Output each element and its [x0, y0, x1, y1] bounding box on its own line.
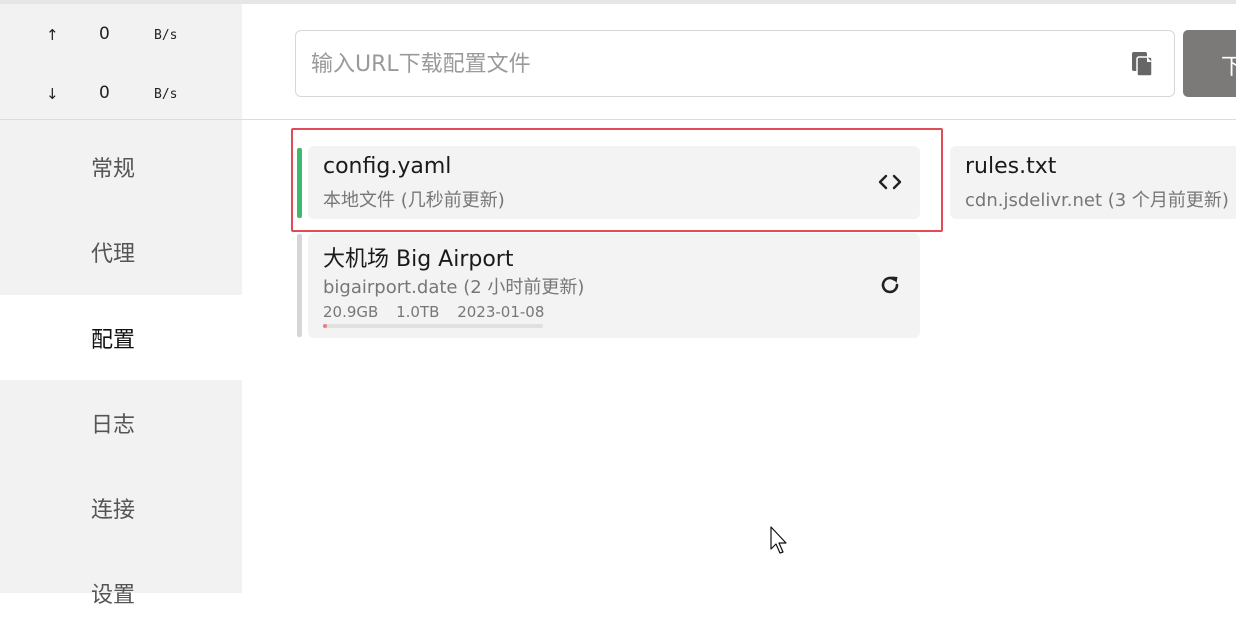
upload-speed-unit: B/s	[154, 28, 178, 43]
expire-date: 2023-01-08	[457, 303, 545, 321]
sidebar-item-profiles[interactable]: 配置	[0, 295, 242, 380]
sidebar-item-label: 配置	[91, 328, 136, 353]
upload-speed: ↑ 0 B/s	[0, 20, 242, 50]
download-button-label: 下	[1221, 55, 1236, 80]
download-speed-unit: B/s	[154, 87, 178, 102]
profile-title: 大机场 Big Airport	[323, 247, 514, 272]
profile-card-rules[interactable]: rules.txt cdn.jsdelivr.net (3 个月前更新)	[950, 146, 1236, 219]
sidebar-item-general[interactable]: 常规	[0, 124, 242, 209]
traffic-used: 20.9GB	[323, 303, 379, 321]
traffic-monitor: ↑ 0 B/s ↓ 0 B/s	[0, 4, 242, 124]
traffic-total: 1.0TB	[396, 303, 440, 321]
upload-speed-value: 0	[99, 24, 110, 44]
clipboard-icon[interactable]	[1130, 50, 1154, 78]
profile-subtitle: bigairport.date (2 小时前更新)	[323, 277, 585, 298]
url-download-box	[295, 30, 1175, 97]
profile-title: rules.txt	[965, 154, 1057, 179]
sidebar-item-proxies[interactable]: 代理	[0, 209, 242, 294]
usage-progress-bar	[323, 324, 543, 328]
selection-highlight	[291, 128, 943, 232]
sidebar-item-label: 连接	[91, 498, 136, 523]
header-divider	[0, 119, 1236, 120]
upload-arrow-icon: ↑	[46, 26, 59, 44]
download-arrow-icon: ↓	[46, 85, 59, 103]
download-speed: ↓ 0 B/s	[0, 79, 242, 109]
sidebar-item-label: 代理	[91, 242, 136, 267]
sidebar-item-logs[interactable]: 日志	[0, 380, 242, 465]
download-speed-value: 0	[99, 83, 110, 103]
sidebar-item-label: 日志	[91, 413, 136, 438]
profile-usage-stats: 20.9GB 1.0TB 2023-01-08	[323, 303, 557, 321]
refresh-icon[interactable]	[877, 272, 903, 298]
profile-indicator	[297, 234, 302, 337]
sidebar-item-label: 常规	[91, 157, 136, 182]
sidebar-item-connections[interactable]: 连接	[0, 465, 242, 550]
profile-subtitle: cdn.jsdelivr.net (3 个月前更新)	[965, 190, 1229, 211]
usage-progress-fill	[323, 324, 328, 328]
profile-card-big-airport[interactable]: 大机场 Big Airport bigairport.date (2 小时前更新…	[297, 233, 920, 338]
url-input[interactable]	[311, 49, 1091, 79]
mouse-cursor-icon	[770, 526, 787, 554]
sidebar: ↑ 0 B/s ↓ 0 B/s 常规 代理 配置 日志 连接 设置	[0, 4, 242, 608]
sidebar-item-label: 设置	[91, 583, 136, 608]
download-button[interactable]: 下	[1183, 30, 1236, 97]
